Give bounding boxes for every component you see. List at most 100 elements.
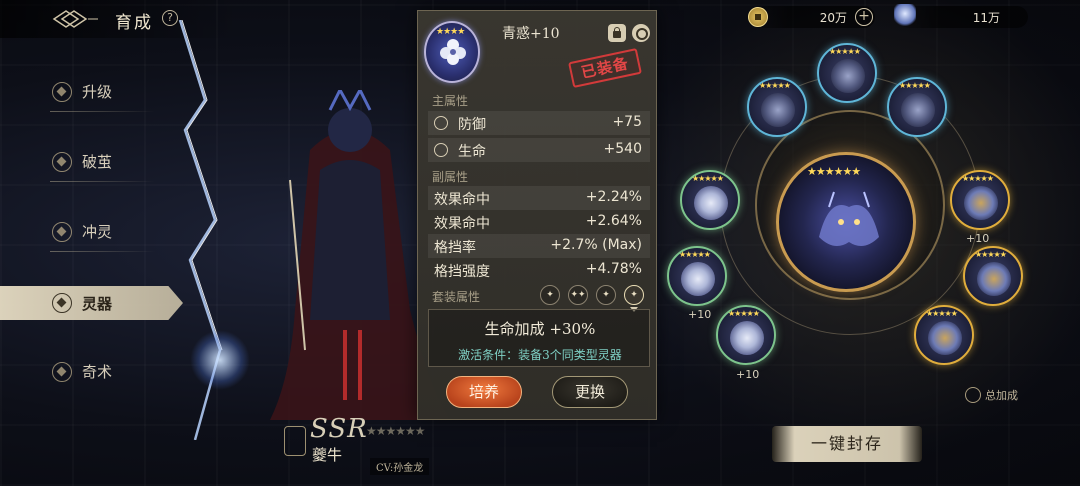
artifact-slot-3[interactable]: ★★★★★ xyxy=(887,77,947,137)
logo-icon xyxy=(52,10,98,28)
artifact-slot-6[interactable]: ★★★★★ xyxy=(716,305,776,365)
total-bonus-label: 总加成 xyxy=(985,389,1018,402)
sub-stat-label: 副属性 xyxy=(432,170,469,184)
slot-stars: ★★★★★ xyxy=(759,81,791,90)
nav-item-breakthrough[interactable]: 破茧 xyxy=(50,142,160,182)
total-bonus[interactable]: 总加成 xyxy=(965,386,1037,404)
artifact-slot-8[interactable]: ★★★★★ xyxy=(963,246,1023,306)
beast-icon xyxy=(831,59,865,93)
slot-level: +10 xyxy=(966,232,990,245)
settings-wheel-icon[interactable] xyxy=(632,24,650,42)
artifact-slot-7[interactable]: ★★★★★ xyxy=(950,170,1010,230)
stat-name: 效果命中 xyxy=(434,192,490,208)
awaken-icon xyxy=(52,222,72,242)
star-rating: ★★★★★★ xyxy=(366,424,426,438)
currency-spirit: 11万 xyxy=(894,4,1028,28)
slot-stars: ★★★★★ xyxy=(692,174,724,183)
plus-icon[interactable]: + xyxy=(855,8,873,26)
set-star-4-icon[interactable]: ✦ xyxy=(624,285,644,305)
replace-button[interactable]: 更换 xyxy=(552,376,628,408)
item-icon-frame[interactable]: ★★★★ xyxy=(424,21,480,83)
artifact-slot-2[interactable]: ★★★★★ xyxy=(817,43,877,103)
slot-stars: ★★★★★ xyxy=(962,174,994,183)
set-star-1-icon[interactable]: ✦ xyxy=(540,285,560,305)
set-star-3-icon[interactable]: ✦ xyxy=(596,285,616,305)
main-stat-row: 生命 +540 xyxy=(428,138,650,162)
set-stat-label: 套装属性 xyxy=(432,290,481,304)
nav-label: 冲灵 xyxy=(82,223,113,241)
nav-item-arcana[interactable]: 奇术 xyxy=(50,352,160,392)
character-name: 夔牛 xyxy=(312,446,343,464)
flower-icon xyxy=(681,262,715,296)
item-stars: ★★★★ xyxy=(436,27,465,37)
set-effect-box: 生命加成 +30% 激活条件：装备3个同类型灵器 xyxy=(428,309,650,367)
nav-label: 奇术 xyxy=(82,363,113,381)
upgrade-button[interactable]: 培养 xyxy=(446,376,522,408)
nav-label: 破茧 xyxy=(82,153,113,171)
coin-icon xyxy=(748,7,768,27)
slot-level: +10 xyxy=(736,368,760,381)
nav-divider xyxy=(50,111,155,112)
nav-label: 灵器 xyxy=(82,295,113,313)
lock-icon[interactable] xyxy=(608,24,626,42)
stat-value: +2.64% xyxy=(585,213,642,229)
nav-item-spirit-artifact[interactable]: 灵器 xyxy=(0,286,183,320)
slot-stars: ★★★★★ xyxy=(728,309,760,318)
stat-value: +2.24% xyxy=(585,189,642,205)
center-artifact[interactable]: ★★★★★★ xyxy=(776,152,916,292)
set-condition: 激活条件：装备3个同类型灵器 xyxy=(458,348,622,362)
quick-seal-button[interactable]: 一键封存 xyxy=(772,426,922,462)
equipped-stamp: 已装备 xyxy=(568,48,642,88)
artifact-slot-1[interactable]: ★★★★★ xyxy=(747,77,807,137)
page-title: 育成 xyxy=(115,13,153,33)
stat-value: +2.7% (Max) xyxy=(550,237,642,253)
slot-stars: ★★★★★ xyxy=(679,250,711,259)
beast-icon xyxy=(901,93,935,127)
sub-stat-row: 格挡率 +2.7% (Max) xyxy=(428,234,650,258)
sub-stat-row: 效果命中 +2.24% xyxy=(428,186,650,210)
set-effect: 生命加成 +30% xyxy=(484,320,596,338)
sub-stat-row: 格挡强度 +4.78% xyxy=(428,258,650,282)
nav-item-upgrade[interactable]: 升级 xyxy=(50,72,160,112)
slot-stars: ★★★★★ xyxy=(926,309,958,318)
feather-icon xyxy=(977,262,1011,296)
stat-name: 生命 xyxy=(458,144,486,160)
feather-icon xyxy=(964,186,998,220)
center-stars: ★★★★★★ xyxy=(807,165,861,178)
currency-gold: 20万 + xyxy=(748,6,875,28)
voice-actor: CV:孙金龙 xyxy=(370,458,430,475)
creature-icon xyxy=(819,191,879,246)
flower-icon xyxy=(730,321,764,355)
character-info: SSR ★★★★★★ 夔牛 CV:孙金龙 xyxy=(262,414,502,475)
emblem-icon xyxy=(284,426,306,456)
stat-value: +75 xyxy=(612,114,642,130)
artifact-wheel: ★★★★★★ ★★★★★ ★★★★★ ★★★★★ ★★★★★ ★★★★★ ★★★… xyxy=(660,40,1040,420)
nav-item-awaken[interactable]: 冲灵 xyxy=(50,212,160,252)
feather-icon xyxy=(928,321,962,355)
slot-stars: ★★★★★ xyxy=(829,47,861,56)
health-icon xyxy=(434,143,448,157)
slot-stars: ★★★★★ xyxy=(975,250,1007,259)
rarity-label: SSR xyxy=(310,414,368,444)
artifact-slot-5[interactable]: ★★★★★ xyxy=(667,246,727,306)
flower-icon xyxy=(694,186,728,220)
upgrade-icon xyxy=(52,82,72,102)
set-star-2-icon[interactable]: ✦✦ xyxy=(568,285,588,305)
currency-value: 20万 xyxy=(819,11,847,25)
artifact-slot-9[interactable]: ★★★★★ xyxy=(914,305,974,365)
breakthrough-icon xyxy=(52,152,72,172)
nav-divider xyxy=(50,251,155,252)
main-stat-row: 防御 +75 xyxy=(428,111,650,135)
nav-label: 升级 xyxy=(82,83,113,101)
nav-divider xyxy=(50,181,155,182)
main-stat-label: 主属性 xyxy=(432,94,469,108)
item-name: 青惑+10 xyxy=(502,26,560,42)
stat-name: 效果命中 xyxy=(434,216,490,232)
bonus-icon xyxy=(965,387,981,403)
artifact-icon xyxy=(52,293,72,313)
artifact-slot-4[interactable]: ★★★★★ xyxy=(680,170,740,230)
beast-icon xyxy=(761,93,795,127)
stat-name: 防御 xyxy=(458,117,486,133)
slot-stars: ★★★★★ xyxy=(899,81,931,90)
stat-value: +540 xyxy=(603,141,642,157)
